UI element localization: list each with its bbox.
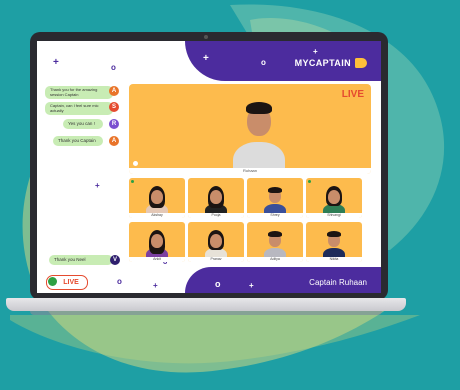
chat-avatar: A <box>109 86 119 96</box>
chat-message: Yes you can ! <box>63 119 103 129</box>
chat-message: Thank you Captain <box>53 136 103 146</box>
logo-mark-icon <box>355 58 367 68</box>
chat-message: Thank you for the amazing session Captai… <box>45 86 113 99</box>
live-badge-text: LIVE <box>63 279 79 286</box>
circle-decoration-icon: o <box>215 279 221 289</box>
status-dot-icon <box>308 180 311 183</box>
participant-tile[interactable]: Pranav <box>188 222 244 262</box>
participant-tile[interactable]: Akshay <box>129 178 185 218</box>
webcam-icon <box>204 35 208 39</box>
participant-name: Nikita <box>306 257 362 262</box>
chat-avatar: R <box>109 119 119 129</box>
chat-avatar: V <box>110 255 120 265</box>
laptop-frame: MYCAPTAIN + o + o + + o o + o + o LIVE R… <box>30 32 388 300</box>
presenter-avatar <box>229 96 289 174</box>
circle-decoration-icon: o <box>111 63 116 72</box>
plus-decoration-icon: + <box>95 181 100 190</box>
participant-tile[interactable]: Aditya <box>247 222 303 262</box>
participant-name: Aditya <box>247 257 303 262</box>
participant-tile[interactable]: Nikita <box>306 222 362 262</box>
app-screen: MYCAPTAIN + o + o + + o o + o + o LIVE R… <box>37 41 381 293</box>
participant-name: Shivangi <box>306 213 362 218</box>
status-dot-icon <box>131 180 134 183</box>
mic-icon[interactable] <box>133 161 138 166</box>
chat-avatar: A <box>109 136 119 146</box>
logo-text: MYCAPTAIN <box>294 58 351 68</box>
participant-tile[interactable]: Ankit <box>129 222 185 262</box>
plus-decoration-icon: + <box>313 47 318 56</box>
participant-name: Pooja <box>188 213 244 218</box>
plus-decoration-icon: + <box>203 53 209 64</box>
plus-decoration-icon: + <box>153 281 158 290</box>
mycaptain-logo: MYCAPTAIN <box>295 58 367 68</box>
chat-avatar: S <box>109 102 119 112</box>
plus-decoration-icon: + <box>249 281 254 290</box>
plus-decoration-icon: + <box>53 57 59 68</box>
chat-message: Thank you Neel <box>49 255 113 265</box>
laptop-base-shadow <box>30 311 382 315</box>
record-icon <box>48 277 57 286</box>
main-video-feed[interactable]: LIVE Ruhaan <box>129 84 371 174</box>
laptop-base <box>6 298 406 311</box>
participant-name: Shrey <box>247 213 303 218</box>
participant-tile[interactable]: Pooja <box>188 178 244 218</box>
participant-name: Ankit <box>129 257 185 262</box>
participant-tile[interactable]: Shrey <box>247 178 303 218</box>
circle-decoration-icon: o <box>261 58 266 67</box>
chat-message: Captain, can I feel sure mic actually <box>45 102 113 115</box>
participant-tile[interactable]: Shivangi <box>306 178 362 218</box>
participant-name: Akshay <box>129 213 185 218</box>
participant-name: Pranav <box>188 257 244 262</box>
live-label: LIVE <box>341 89 364 100</box>
main-video-caption: Ruhaan <box>129 168 371 174</box>
captain-name: Captain Ruhaan <box>309 278 367 287</box>
circle-decoration-icon: o <box>117 277 122 286</box>
